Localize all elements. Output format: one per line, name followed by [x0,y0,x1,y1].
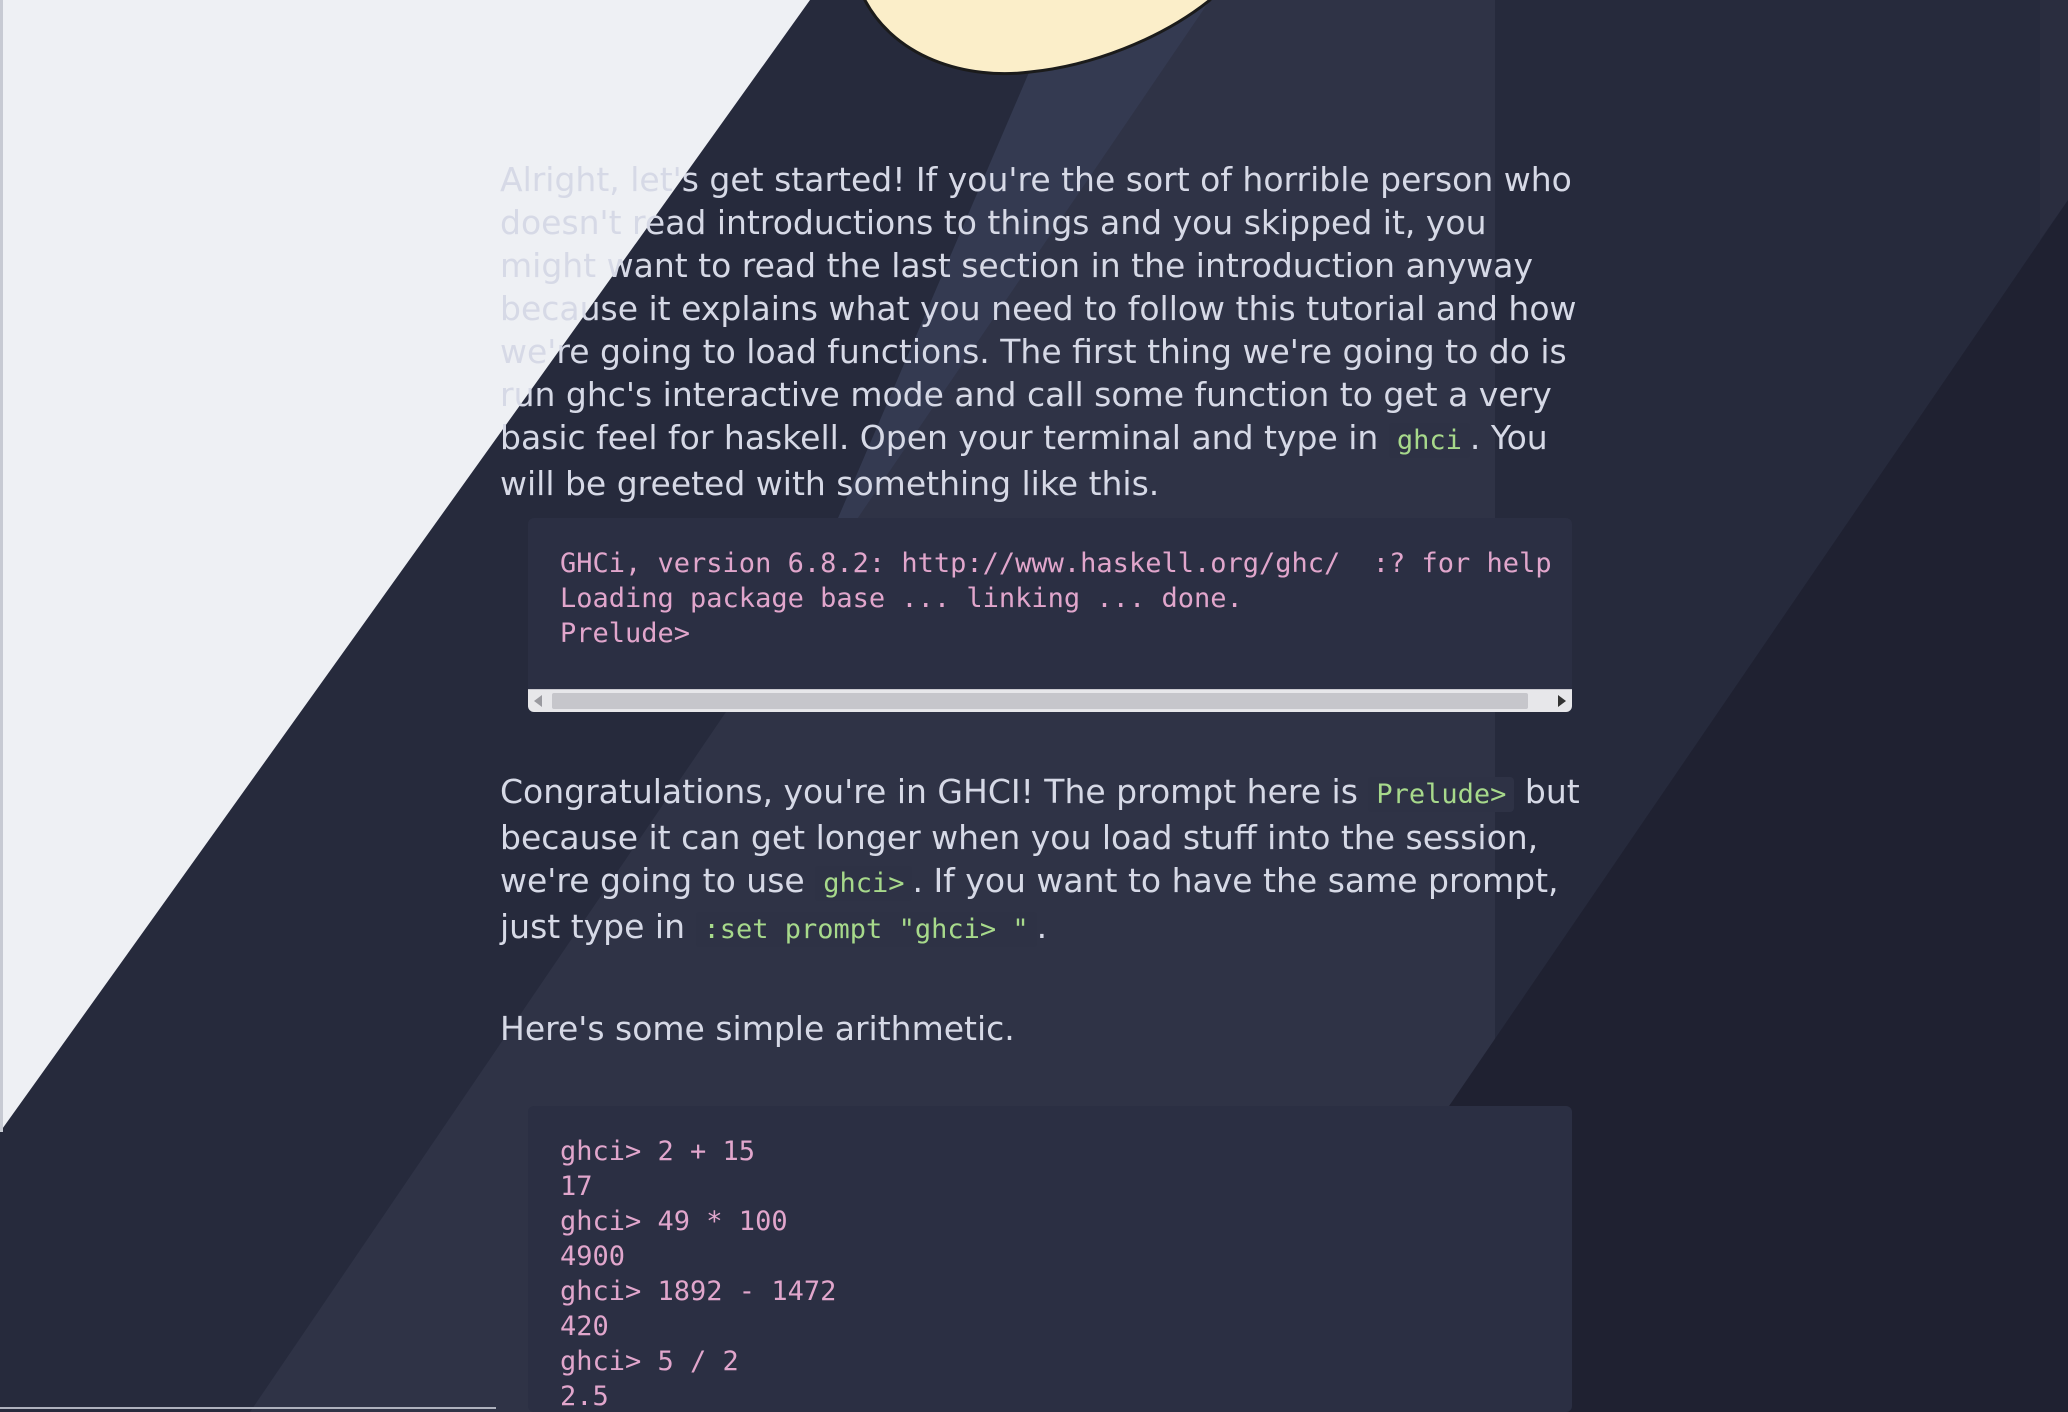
prompt-text-4: . [1036,907,1048,946]
ghci-prompt-inline-code: ghci> [815,866,913,901]
prompt-paragraph: Congratulations, you're in GHCI! The pro… [500,770,1590,951]
article-body: Alright, let's get started! If you're th… [500,158,1580,505]
scroll-right-icon[interactable] [1558,695,1566,707]
ghci-greeting-code: GHCi, version 6.8.2: http://www.haskell.… [560,548,1552,649]
ghci-greeting-code-block: GHCi, version 6.8.2: http://www.haskell.… [528,518,1572,712]
page-edge [0,0,3,1132]
prompt-text-1: Congratulations, you're in GHCI! The pro… [500,772,1369,811]
prelude-inline-code: Prelude> [1368,777,1515,812]
intro-paragraph: Alright, let's get started! If you're th… [500,158,1580,505]
scrollbar-thumb[interactable] [552,693,1528,709]
horizontal-scrollbar[interactable] [528,689,1572,712]
arithmetic-intro-text: Here's some simple arithmetic. [500,1009,1015,1048]
arithmetic-code: ghci> 2 + 15 17 ghci> 49 * 100 4900 ghci… [560,1136,837,1412]
ghci-inline-code: ghci [1388,423,1470,458]
scroll-left-icon[interactable] [534,695,542,707]
mascot-illustration [863,0,1212,76]
intro-text: Alright, let's get started! If you're th… [500,160,1577,457]
bottom-divider [0,1407,496,1409]
set-prompt-inline-code: :set prompt "ghci> " [695,912,1037,947]
arithmetic-paragraph: Here's some simple arithmetic. [500,1007,1590,1050]
arithmetic-code-block: ghci> 2 + 15 17 ghci> 49 * 100 4900 ghci… [528,1106,1572,1412]
